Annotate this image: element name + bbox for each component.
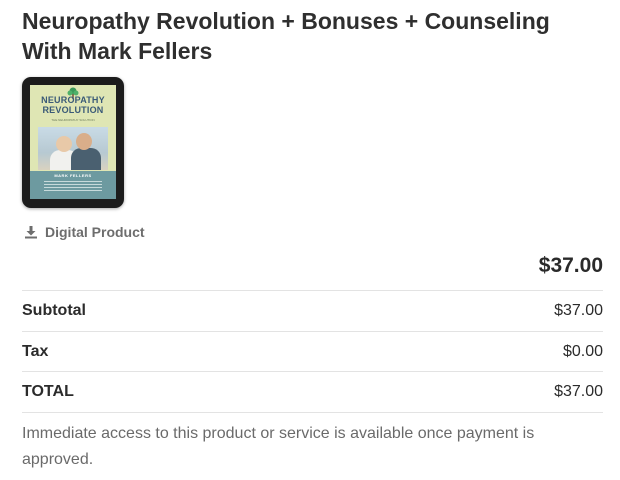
cover-title: NEUROPATHY REVOLUTION xyxy=(30,95,116,115)
product-price: $37.00 xyxy=(538,254,603,277)
subtotal-label: Subtotal xyxy=(22,302,86,319)
tax-row: Tax $0.00 xyxy=(22,331,603,372)
cover-band: MARK FELLERS xyxy=(30,171,116,199)
cover-title-line1: NEUROPATHY xyxy=(41,95,105,105)
subtotal-row: Subtotal $37.00 xyxy=(22,290,603,331)
cover-text-lines xyxy=(44,181,102,193)
cover-title-line2: REVOLUTION xyxy=(42,105,104,115)
cover-photo xyxy=(38,127,108,170)
tax-label: Tax xyxy=(22,343,49,360)
cover-subtitle: THE NEUROPATHY SOLUTION xyxy=(51,118,95,122)
subtotal-value: $37.00 xyxy=(554,302,603,319)
product-title: Neuropathy Revolution + Bonuses + Counse… xyxy=(22,8,550,64)
book-cover: NEUROPATHY REVOLUTION THE NEUROPATHY SOL… xyxy=(30,85,116,199)
cover-author: MARK FELLERS xyxy=(54,173,92,178)
product-type-badge: Digital Product xyxy=(24,224,145,240)
total-label: TOTAL xyxy=(22,383,74,400)
product-type-label: Digital Product xyxy=(45,224,145,240)
download-icon xyxy=(25,226,37,239)
total-row: TOTAL $37.00 xyxy=(22,371,603,413)
access-note: Immediate access to this product or serv… xyxy=(22,425,535,468)
order-summary: Neuropathy Revolution + Bonuses + Counse… xyxy=(0,0,620,480)
total-value: $37.00 xyxy=(554,383,603,400)
tax-value: $0.00 xyxy=(562,343,603,360)
product-image: NEUROPATHY REVOLUTION THE NEUROPATHY SOL… xyxy=(22,77,124,208)
